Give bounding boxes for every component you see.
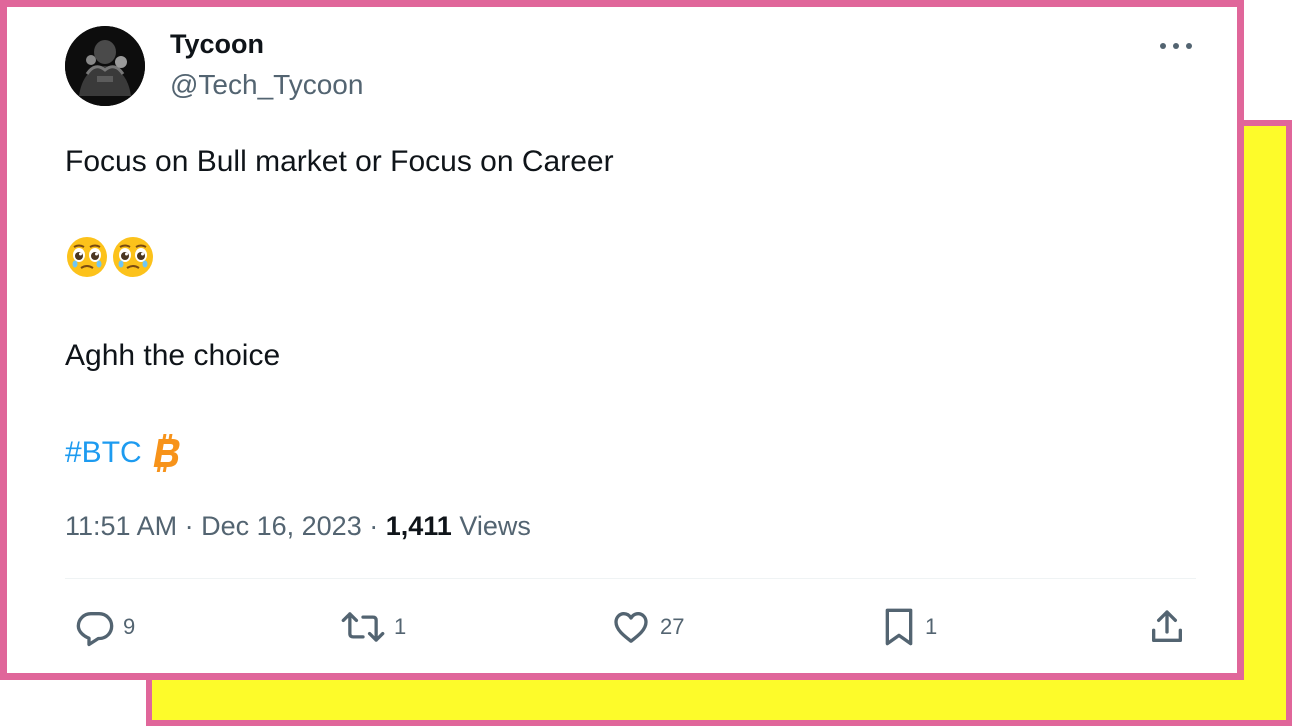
like-button[interactable]: 27	[610, 607, 684, 647]
hashtag-row: #BTC	[65, 431, 182, 475]
heart-icon	[614, 612, 648, 643]
bitcoin-icon	[153, 434, 180, 472]
repost-icon	[341, 612, 385, 642]
user-handle[interactable]: @Tech_Tycoon	[170, 69, 363, 101]
repost-count: 1	[394, 614, 407, 639]
separator-dot: ·	[369, 511, 386, 541]
bookmark-button[interactable]: 1	[881, 607, 937, 647]
separator-dot: ·	[184, 511, 202, 541]
emoji-row	[65, 235, 155, 279]
tweet-card: Tycoon @Tech_Tycoon Focus on Bull market…	[0, 0, 1244, 680]
avatar[interactable]	[65, 26, 145, 106]
reply-count: 9	[123, 614, 136, 639]
views-count: 1,411	[385, 511, 452, 541]
more-options-icon[interactable]	[1155, 33, 1197, 59]
display-name[interactable]: Tycoon	[170, 29, 264, 60]
share-button[interactable]	[1147, 607, 1187, 647]
divider	[65, 578, 1196, 579]
tweet-metadata: 11:51 AM · Dec 16, 2023 · 1,411 Views	[65, 511, 531, 542]
pleading-face-emoji-icon	[113, 237, 153, 277]
bookmark-count: 1	[925, 614, 938, 639]
share-icon	[1152, 610, 1182, 642]
tweet-text-line-2: Aghh the choice	[65, 339, 281, 372]
tweet-time[interactable]: 11:51 AM	[65, 511, 177, 541]
hashtag-link[interactable]: #BTC	[65, 436, 142, 470]
views-label: Views	[459, 511, 531, 541]
tweet-text-line-1: Focus on Bull market or Focus on Career	[65, 145, 614, 178]
bookmark-icon	[885, 608, 913, 646]
reply-button[interactable]: 9	[75, 607, 135, 647]
reply-icon	[76, 612, 114, 647]
like-count: 27	[660, 614, 685, 639]
tweet-date[interactable]: Dec 16, 2023	[201, 511, 362, 541]
repost-button[interactable]: 1	[340, 607, 406, 647]
pleading-face-emoji-icon	[67, 237, 107, 277]
